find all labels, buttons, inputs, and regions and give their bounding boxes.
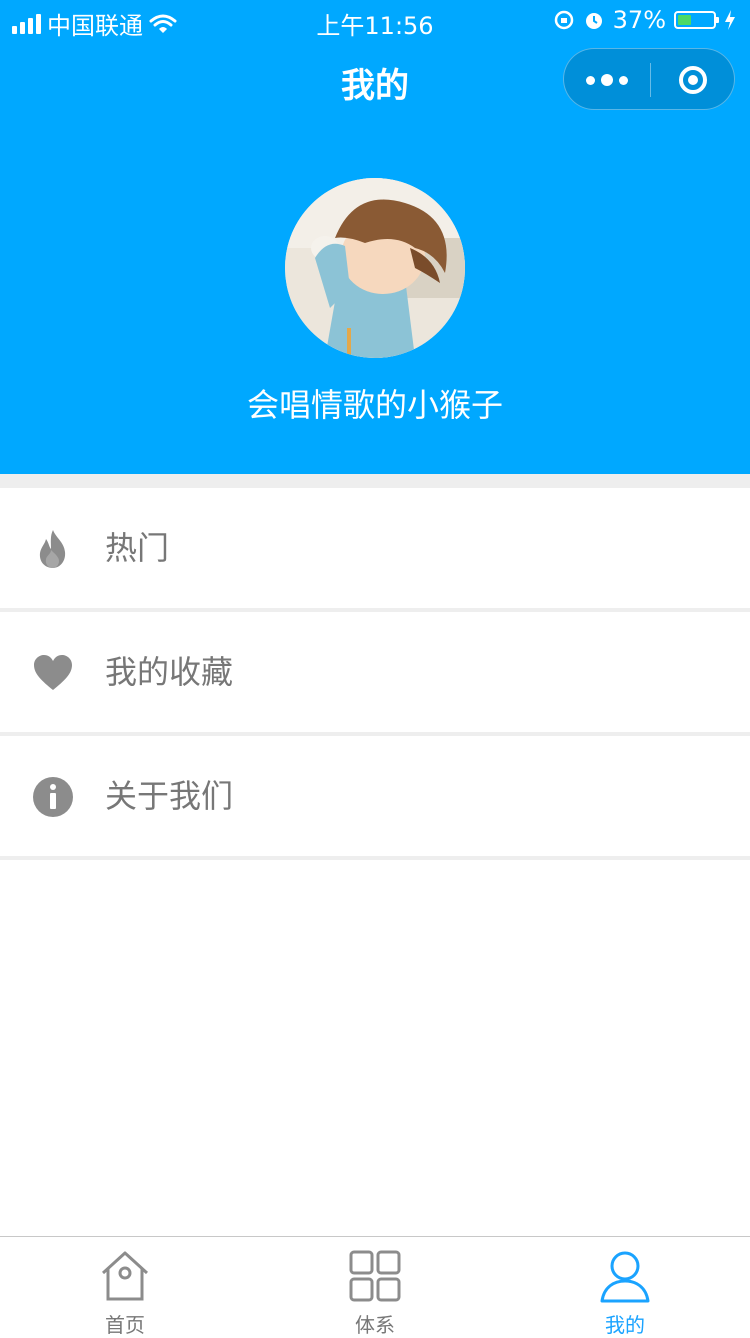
battery-fill (678, 15, 691, 25)
tab-mine[interactable]: 我的 (500, 1237, 750, 1337)
tab-home[interactable]: 首页 (0, 1237, 250, 1337)
home-icon (101, 1251, 149, 1301)
heart-icon (34, 655, 72, 690)
fire-icon (39, 530, 66, 568)
alarm-icon (585, 13, 602, 29)
menu-item-hot[interactable]: 热门 (0, 488, 750, 612)
avatar-illustration (285, 178, 465, 358)
menu-item-label: 关于我们 (105, 777, 234, 815)
info-icon (33, 777, 73, 817)
rotation-lock-icon (554, 10, 573, 30)
menu-item-about[interactable]: 关于我们 (0, 736, 750, 860)
menu-item-label: 我的收藏 (105, 653, 234, 691)
grid-icon (349, 1250, 401, 1302)
profile-header: 中国联通 上午11:56 37% 我的 会唱情歌的小猴子 (0, 0, 750, 474)
battery-icon (674, 11, 719, 29)
more-icon-dot (619, 75, 628, 85)
charging-icon (725, 10, 735, 30)
avatar[interactable] (285, 178, 465, 358)
menu-item-favorites[interactable]: 我的收藏 (0, 612, 750, 736)
mini-program-capsule (563, 48, 735, 110)
close-target-icon (679, 66, 707, 94)
battery-percent: 37% (612, 6, 666, 34)
tab-bar: 首页 体系 我的 (0, 1236, 750, 1337)
status-right: 37% (553, 6, 736, 34)
username: 会唱情歌的小猴子 (246, 386, 503, 424)
menu-item-label: 热门 (105, 529, 170, 567)
menu-list: 热门 我的收藏 关于我们 (0, 474, 750, 860)
tab-system[interactable]: 体系 (250, 1237, 500, 1337)
close-button[interactable] (650, 49, 736, 111)
menu-top-divider (0, 474, 750, 488)
more-icon-dot (601, 74, 613, 86)
person-icon (600, 1251, 650, 1303)
more-button[interactable] (564, 49, 650, 111)
more-icon (586, 75, 595, 85)
status-bar: 中国联通 上午11:56 37% (0, 0, 750, 40)
